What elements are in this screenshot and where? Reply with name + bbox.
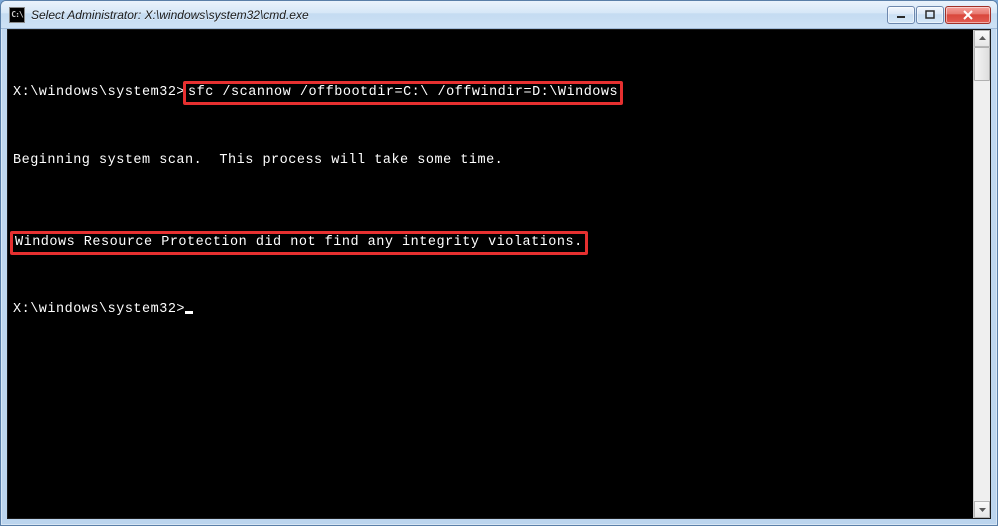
terminal-line (10, 270, 971, 284)
scroll-down-button[interactable] (974, 501, 990, 518)
command-text: sfc /scannow /offbootdir=C:\ /offwindir=… (188, 85, 618, 100)
terminal[interactable]: X:\windows\system32>sfc /scannow /offboo… (8, 30, 973, 518)
window-controls (887, 6, 991, 24)
client-area: X:\windows\system32>sfc /scannow /offboo… (7, 29, 991, 519)
prompt-path: X:\windows\system32> (13, 302, 185, 317)
minimize-button[interactable] (887, 6, 915, 24)
highlight-command: sfc /scannow /offbootdir=C:\ /offwindir=… (183, 81, 623, 105)
chevron-down-icon (978, 505, 987, 514)
scroll-thumb[interactable] (974, 47, 990, 81)
highlight-result: Windows Resource Protection did not find… (10, 231, 588, 255)
prompt-path: X:\windows\system32> (13, 85, 185, 100)
terminal-line (10, 52, 971, 66)
chevron-up-icon (978, 34, 987, 43)
terminal-line (10, 188, 971, 216)
close-icon (962, 10, 974, 20)
terminal-line-scanning: Beginning system scan. This process will… (10, 152, 971, 170)
terminal-line-prompt-1: X:\windows\system32>sfc /scannow /offboo… (10, 84, 971, 102)
maximize-icon (925, 10, 935, 20)
minimize-icon (896, 10, 906, 20)
terminal-line (10, 120, 971, 134)
result-text: Windows Resource Protection did not find… (15, 235, 583, 250)
close-button[interactable] (945, 6, 991, 24)
window-frame: C:\ Select Administrator: X:\windows\sys… (0, 0, 998, 526)
maximize-button[interactable] (916, 6, 944, 24)
terminal-line-prompt-2: X:\windows\system32> (10, 301, 971, 319)
scroll-up-button[interactable] (974, 30, 990, 47)
cmd-icon: C:\ (9, 7, 25, 23)
scroll-track[interactable] (974, 47, 990, 501)
titlebar[interactable]: C:\ Select Administrator: X:\windows\sys… (1, 1, 997, 29)
window-title: Select Administrator: X:\windows\system3… (31, 8, 887, 22)
vertical-scrollbar[interactable] (973, 30, 990, 518)
terminal-cursor (185, 311, 193, 314)
terminal-line-result: Windows Resource Protection did not find… (10, 234, 971, 252)
